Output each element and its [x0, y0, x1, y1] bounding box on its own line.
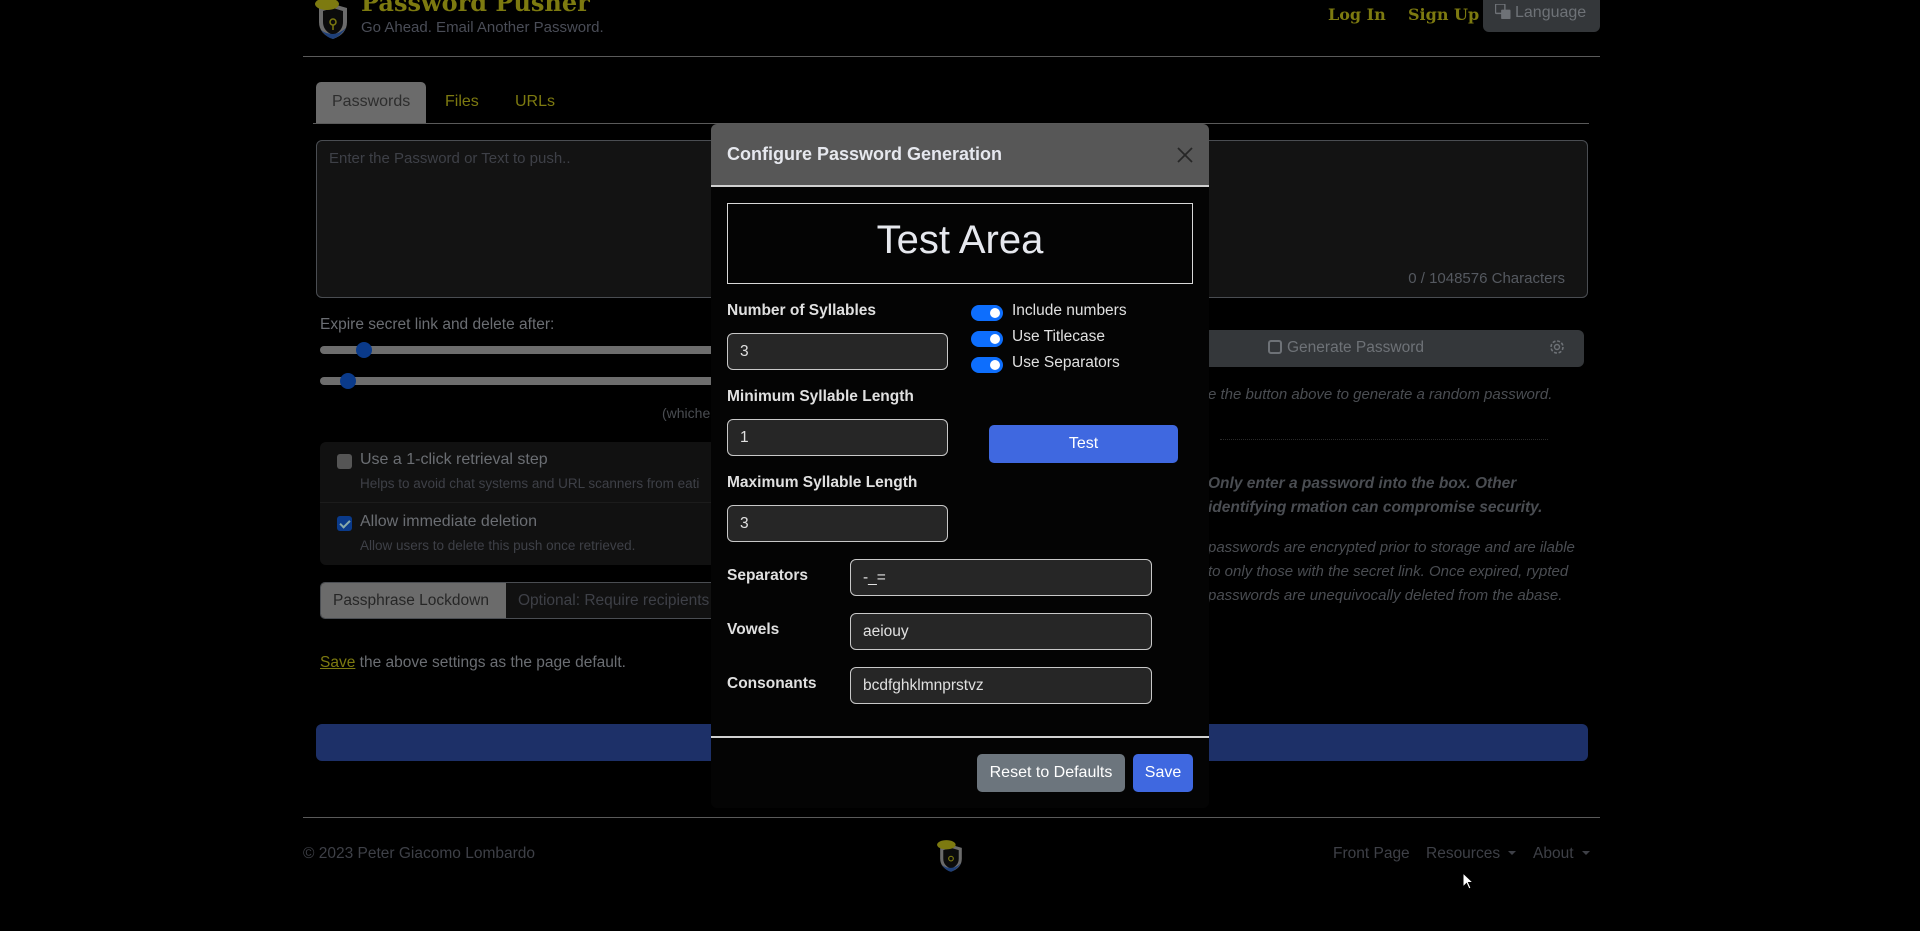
max-syllable-length-label: Maximum Syllable Length — [727, 474, 918, 491]
generate-password-label: Generate Password — [1287, 339, 1424, 356]
modal-save-button[interactable]: Save — [1133, 754, 1193, 792]
caret-down-icon — [1508, 851, 1517, 855]
cpu-icon — [1268, 340, 1282, 354]
password-placeholder: Enter the Password or Text to push.. — [329, 150, 571, 167]
vowels-input[interactable] — [850, 613, 1152, 650]
vowels-label: Vowels — [727, 621, 780, 638]
mouse-cursor-icon — [1462, 872, 1474, 890]
footer-resources-label: Resources — [1426, 845, 1501, 862]
test-button[interactable]: Test — [989, 425, 1178, 463]
consonants-label: Consonants — [727, 675, 817, 692]
divider — [1220, 439, 1548, 440]
max-syllable-length-input[interactable] — [727, 505, 948, 542]
options-box: Use a 1-click retrieval step Helps to av… — [320, 442, 720, 565]
min-syllable-length-input[interactable] — [727, 419, 948, 456]
views-slider-handle[interactable] — [340, 373, 356, 389]
logo-icon[interactable] — [311, 0, 355, 40]
separators-label: Separators — [727, 567, 808, 584]
signup-link[interactable]: Sign Up — [1408, 5, 1479, 24]
views-slider[interactable] — [320, 373, 720, 389]
footer-resources-dropdown[interactable]: Resources — [1426, 845, 1517, 863]
footer-about-label: About — [1533, 845, 1574, 862]
include-numbers-toggle[interactable] — [971, 305, 1003, 321]
days-slider-handle[interactable] — [356, 342, 372, 358]
login-link[interactable]: Log In — [1328, 5, 1386, 24]
options-divider — [320, 502, 720, 503]
passphrase-input[interactable]: Optional: Require recipients — [506, 583, 719, 618]
footer-front-page-link[interactable]: Front Page — [1333, 845, 1410, 863]
consonants-input[interactable] — [850, 667, 1152, 704]
whichever-text: (whiche — [662, 405, 711, 421]
modal-header: Configure Password Generation — [711, 124, 1209, 187]
titlecase-toggle[interactable] — [971, 331, 1003, 347]
footer-logo-icon[interactable] — [934, 835, 968, 873]
retrieval-step-description: Helps to avoid chat systems and URL scan… — [360, 476, 700, 491]
tab-bar: Passwords Files URLs — [313, 82, 1589, 124]
caret-down-icon — [1581, 851, 1590, 855]
tab-urls[interactable]: URLs — [499, 82, 571, 123]
footer-about-dropdown[interactable]: About — [1533, 845, 1590, 863]
expire-label: Expire secret link and delete after: — [320, 316, 555, 333]
close-icon[interactable] — [1175, 145, 1195, 165]
syllables-input[interactable] — [727, 333, 948, 370]
syllables-label: Number of Syllables — [727, 302, 877, 319]
character-count: 0 / 1048576 Characters — [1408, 270, 1565, 287]
immediate-deletion-title: Allow immediate deletion — [360, 513, 537, 530]
days-slider[interactable] — [320, 342, 720, 358]
min-syllable-length-label: Minimum Syllable Length — [727, 388, 914, 405]
generate-hint: e the button above to generate a random … — [1208, 386, 1553, 403]
retrieval-step-checkbox[interactable] — [337, 454, 352, 469]
test-area-output: Test Area — [727, 203, 1193, 284]
language-label: Language — [1515, 4, 1587, 21]
configure-generation-modal: Configure Password Generation Test Area … — [711, 124, 1209, 808]
reset-defaults-button[interactable]: Reset to Defaults — [977, 754, 1125, 792]
immediate-deletion-description: Allow users to delete this push once ret… — [360, 538, 636, 553]
translate-icon — [1495, 4, 1511, 19]
copyright: © 2023 Peter Giacomo Lombardo — [303, 845, 535, 862]
gear-icon[interactable] — [1548, 338, 1566, 356]
include-numbers-label: Include numbers — [1012, 302, 1127, 319]
header: Password Pusher Go Ahead. Email Another … — [303, 0, 1600, 57]
brand-title[interactable]: Password Pusher — [361, 0, 590, 17]
modal-footer-divider — [711, 736, 1209, 738]
tab-passwords[interactable]: Passwords — [316, 82, 427, 123]
page: Password Pusher Go Ahead. Email Another … — [0, 0, 1920, 931]
separators-toggle[interactable] — [971, 357, 1003, 373]
separators-input[interactable] — [850, 559, 1152, 596]
generate-password-content: Generate Password — [1268, 339, 1424, 357]
generate-password-button[interactable]: Generate Password — [1208, 330, 1584, 367]
footer-divider — [303, 817, 1600, 818]
immediate-deletion-checkbox[interactable] — [337, 516, 352, 531]
modal-title: Configure Password Generation — [727, 144, 1003, 164]
security-warning: Only enter a password into the box. Othe… — [1208, 475, 1543, 516]
passphrase-label: Passphrase Lockdown — [321, 583, 506, 618]
save-defaults-link[interactable]: Save — [320, 654, 355, 671]
passphrase-group: Passphrase Lockdown Optional: Require re… — [320, 582, 720, 619]
tab-files[interactable]: Files — [429, 82, 495, 123]
separators-toggle-label: Use Separators — [1012, 354, 1120, 371]
language-button[interactable]: Language — [1483, 0, 1600, 32]
brand-tagline: Go Ahead. Email Another Password. — [361, 19, 604, 36]
retrieval-step-title: Use a 1-click retrieval step — [360, 451, 548, 468]
titlecase-label: Use Titlecase — [1012, 328, 1106, 345]
encryption-info: passwords are encrypted prior to storage… — [1208, 539, 1575, 604]
save-defaults-text: Save the above settings as the page defa… — [320, 654, 626, 672]
save-defaults-rest: the above settings as the page default. — [355, 654, 626, 671]
